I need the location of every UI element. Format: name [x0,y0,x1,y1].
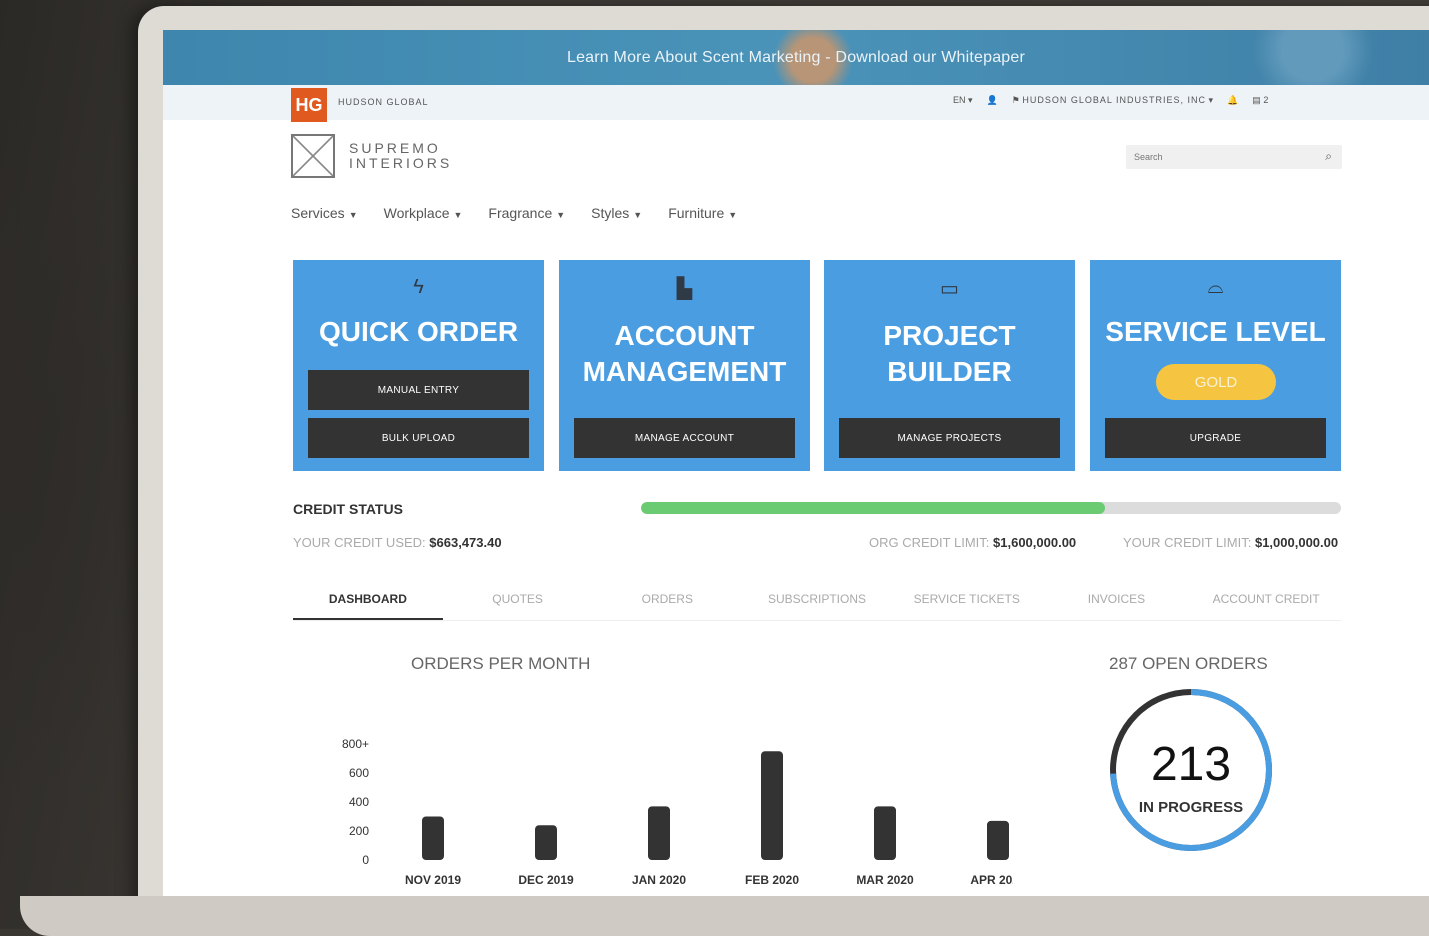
hudson-global-logo[interactable]: HG [291,88,327,122]
cart-count: 2 [1263,95,1269,105]
tab-invoices[interactable]: INVOICES [1042,580,1192,620]
company-short-name: HUDSON GLOBAL [338,97,429,107]
manual-entry-button[interactable]: MANUAL ENTRY [308,370,529,410]
brand-logo[interactable]: SUPREMO INTERIORS [291,134,452,178]
nav-furniture[interactable]: Furniture ▼ [668,205,737,221]
in-progress-label: IN PROGRESS [1139,799,1243,816]
cloche-icon: ⌓ [1207,276,1224,298]
nav-styles[interactable]: Styles ▼ [591,205,642,221]
dashboard-tabs: DASHBOARD QUOTES ORDERS SUBSCRIPTIONS SE… [293,580,1341,621]
your-credit-limit: YOUR CREDIT LIMIT: $1,000,000.00 [1123,535,1339,550]
bar[interactable] [761,751,783,860]
x-tick-label: JAN 2020 [632,873,686,887]
nav-workplace[interactable]: Workplace ▼ [384,205,463,221]
tile-title: SERVICE LEVEL [1105,316,1326,347]
main-nav: Services ▼ Workplace ▼ Fragrance ▼ Styles ▼ … [291,205,737,221]
promo-banner[interactable]: Learn More About Scent Marketing - Downl… [163,30,1429,85]
credit-status-title: CREDIT STATUS [293,501,403,517]
orders-bar-chart: 800+ 600 400 200 0 NOV 2019 DEC 2019 JAN 2020 FE… [342,737,1013,887]
user-icon[interactable]: 👤 [987,95,998,106]
supremo-logo-icon [291,134,335,178]
dashboard-panel: ORDERS PER MONTH 800+ 600 400 200 0 NOV 2019 D… [293,640,1341,896]
tile-title: QUICK ORDER [318,316,519,347]
utility-controls: EN ▾ 👤 ⚑ HUDSON GLOBAL INDUSTRIES, INC ▾… [953,95,1268,106]
promo-text[interactable]: Learn More About Scent Marketing - Downl… [567,49,1025,67]
chart-title: ORDERS PER MONTH [411,654,591,673]
tile-service-level: ⌓ SERVICE LEVEL GOLD UPGRADE [1090,260,1341,471]
credit-used: YOUR CREDIT USED: $663,473.40 [293,535,502,550]
upgrade-button[interactable]: UPGRADE [1105,418,1326,458]
y-tick-label: 600 [349,766,369,780]
tile-project-builder: ▭ PROJECT BUILDER MANAGE PROJECTS [824,260,1075,471]
credit-progress-fill [641,502,1106,514]
x-tick-label: NOV 2019 [405,873,461,887]
company-selector[interactable]: ⚑ HUDSON GLOBAL INDUSTRIES, INC ▾ [1012,95,1213,106]
bulk-upload-button[interactable]: BULK UPLOAD [308,418,529,458]
utility-bar: HG HUDSON GLOBAL EN ▾ 👤 ⚑ HUDSON GLOBAL … [163,85,1429,122]
search-placeholder: Search [1134,152,1163,162]
brand-name: SUPREMO INTERIORS [349,140,453,171]
in-progress-count: 213 [1151,738,1231,791]
bolt-icon: ϟ [413,276,424,298]
tile-quick-order: ϟ QUICK ORDER MANUAL ENTRY BULK UPLOAD [293,260,544,471]
open-orders-donut: 213 IN PROGRESS [1110,689,1272,851]
cart-icon[interactable]: ▤ 2 [1252,95,1268,106]
nav-services[interactable]: Services ▼ [291,205,358,221]
x-tick-label: MAR 2020 [856,873,914,887]
bar[interactable] [987,820,1009,860]
building-icon: ▙ [676,278,693,300]
y-tick-label: 800+ [342,737,369,751]
manage-account-button[interactable]: MANAGE ACCOUNT [574,418,795,458]
search-icon[interactable]: ⌕ [1325,149,1332,164]
device-base [20,896,1429,936]
app-screen: Learn More About Scent Marketing - Downl… [163,30,1429,896]
y-tick-label: 0 [362,853,369,867]
tab-account-credit[interactable]: ACCOUNT CREDIT [1191,580,1341,620]
y-tick-label: 400 [349,795,369,809]
notification-icon[interactable]: 🔔 [1227,95,1238,106]
blueprint-icon: ▭ [940,278,959,300]
bar[interactable] [535,825,557,860]
tile-title: PROJECT BUILDER [883,320,1016,387]
x-tick-label: APR 2020 [970,873,1013,887]
bar[interactable] [874,806,896,860]
x-tick-label: DEC 2019 [518,873,574,887]
x-tick-label: FEB 2020 [745,873,799,887]
bar[interactable] [648,806,670,860]
search-input[interactable]: Search ⌕ [1126,145,1342,169]
open-orders-title: 287 OPEN ORDERS [1109,654,1268,673]
tile-account-management: ▙ ACCOUNT MANAGEMENT MANAGE ACCOUNT [559,260,810,471]
tab-service-tickets[interactable]: SERVICE TICKETS [892,580,1042,620]
service-level-badge: GOLD [1156,364,1276,400]
language-selector[interactable]: EN ▾ [953,95,973,106]
bar[interactable] [422,816,444,861]
org-credit-limit: ORG CREDIT LIMIT: $1,600,000.00 [869,535,1077,550]
tab-dashboard[interactable]: DASHBOARD [293,580,443,620]
nav-fragrance[interactable]: Fragrance ▼ [488,205,565,221]
tab-subscriptions[interactable]: SUBSCRIPTIONS [742,580,892,620]
y-tick-label: 200 [349,824,369,838]
manage-projects-button[interactable]: MANAGE PROJECTS [839,418,1060,458]
tile-title: ACCOUNT MANAGEMENT [582,320,787,387]
tab-orders[interactable]: ORDERS [592,580,742,620]
tab-quotes[interactable]: QUOTES [443,580,593,620]
credit-progress-bar [641,502,1341,514]
